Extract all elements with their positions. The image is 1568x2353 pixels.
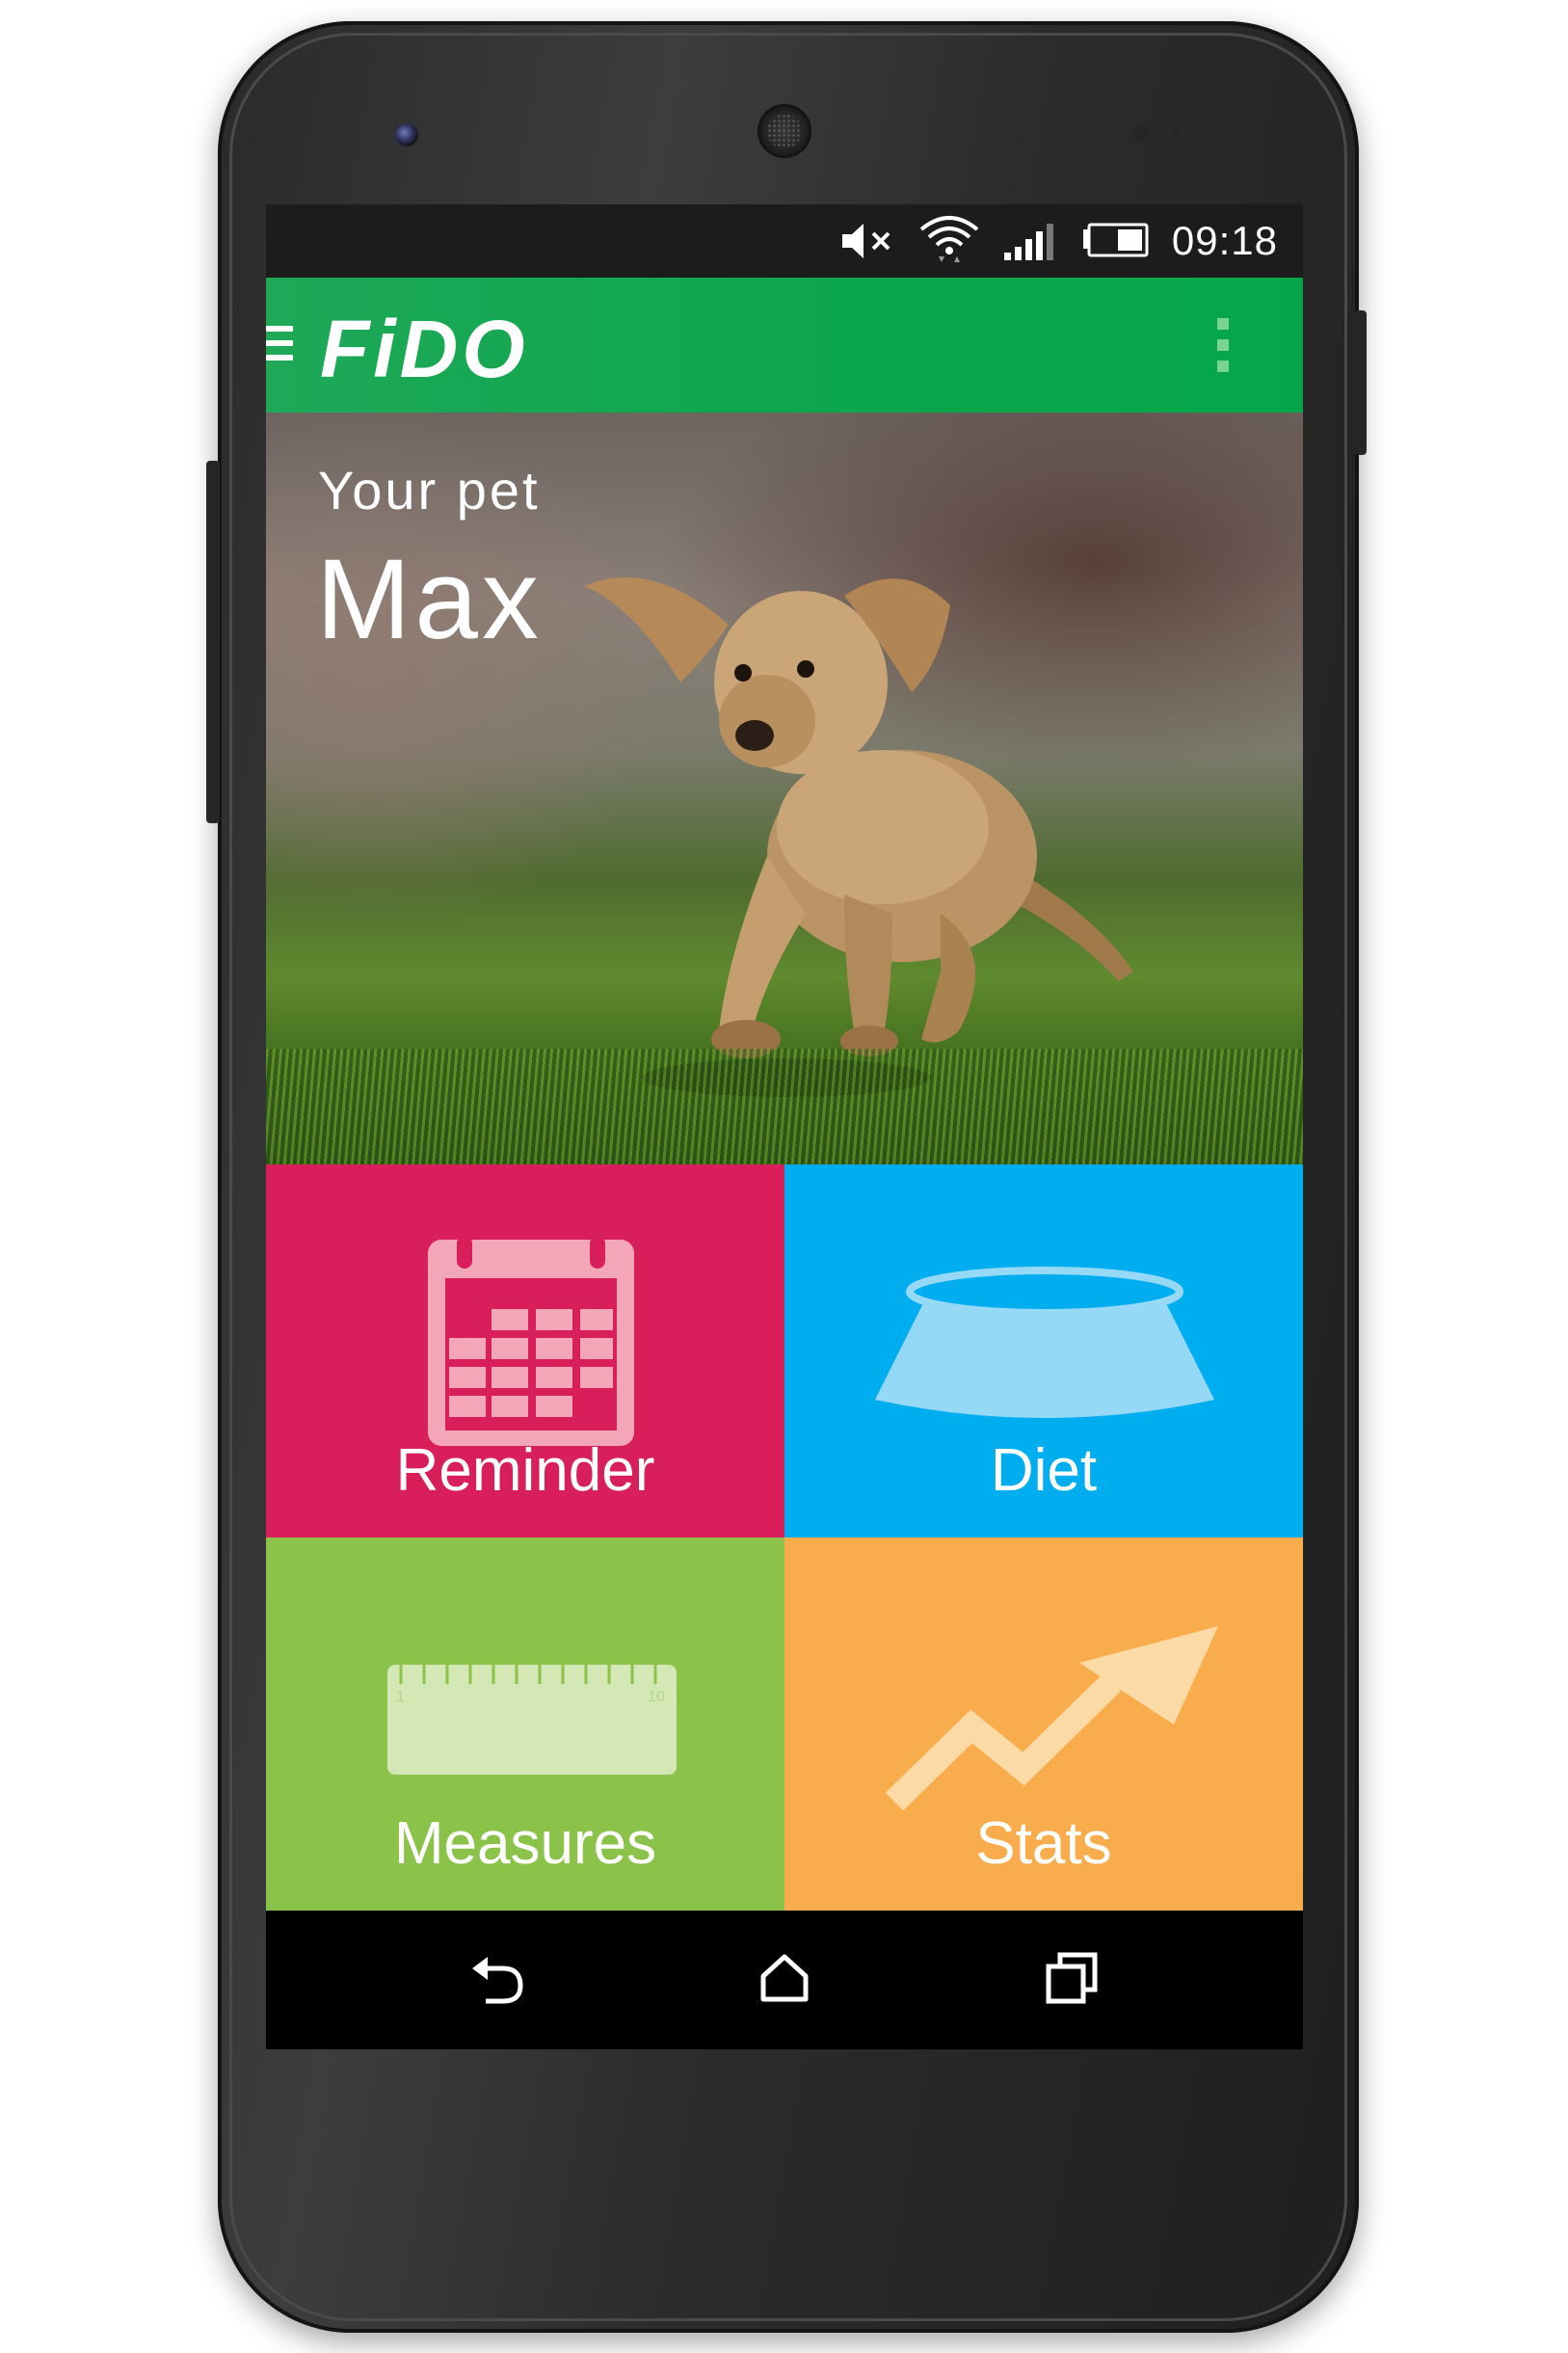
status-bar: 09:18 — [266, 204, 1303, 278]
hamburger-icon[interactable] — [266, 326, 293, 362]
calendar-icon — [428, 1236, 634, 1446]
wifi-icon — [919, 216, 979, 262]
back-icon[interactable] — [470, 1953, 528, 2007]
volume-button — [206, 461, 220, 823]
overflow-menu-icon[interactable] — [1214, 318, 1232, 374]
tile-stats[interactable]: Stats — [784, 1537, 1303, 1911]
home-icon[interactable] — [757, 1951, 811, 2005]
tile-reminder-label: Reminder — [395, 1437, 655, 1504]
pet-label: Your pet — [318, 460, 541, 521]
front-camera — [395, 123, 418, 147]
proximity-sensor — [1133, 125, 1151, 143]
clock: 09:18 — [1171, 218, 1278, 263]
trend-arrow-icon — [885, 1626, 1218, 1811]
app-logo: FiDO — [320, 304, 529, 394]
tile-measures-label: Measures — [393, 1810, 657, 1877]
navigation-bar — [266, 1911, 1303, 2049]
ruler-start-mark: 1 — [396, 1689, 405, 1705]
dashboard-tiles: Reminder Diet 1 10 Measures Stats — [266, 1164, 1303, 1911]
tile-diet[interactable]: Diet — [784, 1164, 1303, 1537]
light-sensor — [1170, 129, 1182, 141]
earpiece-speaker — [757, 104, 811, 158]
tile-diet-label: Diet — [990, 1437, 1098, 1504]
mute-icon — [841, 224, 890, 258]
ruler-icon: 1 10 — [387, 1665, 677, 1775]
pet-name: Max — [316, 536, 543, 663]
tile-measures[interactable]: 1 10 Measures — [266, 1537, 784, 1911]
battery-icon — [1082, 223, 1149, 257]
tile-reminder[interactable]: Reminder — [266, 1164, 784, 1537]
recent-apps-icon[interactable] — [1045, 1951, 1099, 2005]
ruler-end-mark: 10 — [648, 1689, 665, 1705]
tile-stats-label: Stats — [975, 1810, 1112, 1877]
bowl-icon — [875, 1267, 1214, 1418]
phone-screen: 09:18 FiDO Your pet Max Reminder Diet 1 … — [266, 204, 1303, 2049]
signal-icon — [1003, 224, 1053, 260]
dog-photo — [584, 577, 1133, 1097]
pet-hero: Your pet Max — [266, 413, 1303, 1164]
power-button — [1355, 310, 1367, 455]
app-bar: FiDO — [266, 278, 1303, 413]
